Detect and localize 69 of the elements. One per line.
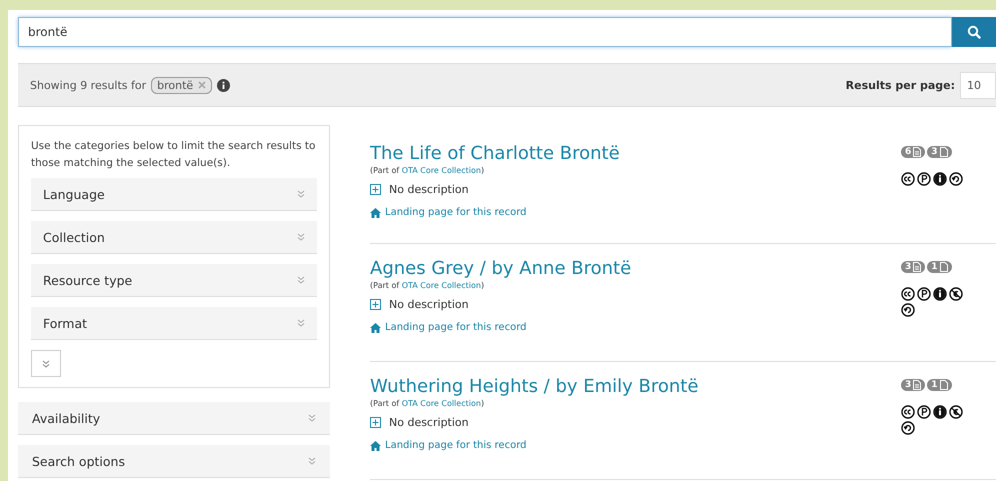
part-of-text: ) (480, 166, 484, 175)
collection-link[interactable]: OTA Core Collection (402, 281, 481, 290)
query-tag[interactable]: brontë (151, 76, 212, 94)
description-text: No description (389, 416, 469, 429)
facet-category[interactable]: Resource type (31, 264, 317, 297)
per-page-select[interactable]: 10 (960, 72, 996, 98)
description-text: No description (389, 183, 469, 196)
public-domain-icon (917, 172, 931, 186)
expand-icon[interactable] (370, 184, 381, 195)
search-icon (967, 25, 981, 39)
file-count-badge: 6 (901, 146, 926, 158)
file-count-badge: 3 (927, 146, 952, 158)
file-count-badge: 3 (901, 261, 926, 273)
file-count-badge: 3 (901, 379, 926, 391)
part-of-text: (Part of (370, 399, 400, 408)
document-icon (913, 147, 922, 157)
result-title-link[interactable]: Agnes Grey / by Anne Brontë (370, 258, 632, 279)
search-field[interactable]: brontë (18, 17, 952, 47)
part-of-text: (Part of (370, 166, 400, 175)
file-count-badge: 1 (927, 261, 952, 273)
file-icon (940, 262, 948, 272)
landing-page-link[interactable]: Landing page for this record (370, 207, 620, 218)
landing-page-link[interactable]: Landing page for this record (370, 440, 698, 451)
file-icon (940, 380, 948, 390)
expand-icon[interactable] (370, 299, 381, 310)
results-count-text: Showing 9 results for (30, 78, 146, 92)
description-text: No description (389, 298, 469, 311)
chevron-down-icon (297, 276, 305, 284)
result-title-link[interactable]: Wuthering Heights / by Emily Brontë (370, 376, 698, 397)
chevron-down-icon (308, 457, 316, 465)
non-commercial-icon (949, 405, 963, 419)
facet-category[interactable]: Format (31, 307, 317, 340)
cc-license-icon (901, 172, 915, 186)
home-icon (370, 440, 381, 450)
chevron-down-icon (297, 319, 305, 327)
collection-link[interactable]: OTA Core Collection (402, 399, 481, 408)
facet-category[interactable]: Collection (31, 221, 317, 254)
part-of-text: (Part of (370, 281, 400, 290)
home-icon (370, 208, 381, 218)
part-of-text: ) (480, 399, 484, 408)
chevron-down-icon (297, 190, 305, 198)
per-page-label: Results per page: (846, 78, 955, 92)
result-title-link[interactable]: The Life of Charlotte Brontë (370, 143, 620, 164)
expand-icon[interactable] (370, 417, 381, 428)
landing-page-link[interactable]: Landing page for this record (370, 322, 632, 333)
facet-category[interactable]: Language (31, 178, 317, 211)
share-alike-icon (901, 421, 915, 435)
part-of-text: ) (480, 281, 484, 290)
file-icon (940, 147, 948, 157)
chevron-down-icon (42, 360, 50, 368)
share-alike-icon (949, 172, 963, 186)
collection-link[interactable]: OTA Core Collection (402, 166, 481, 175)
sidebar-panel[interactable]: Search options (18, 445, 330, 478)
public-domain-icon (917, 405, 931, 419)
cc-license-icon (901, 287, 915, 301)
non-commercial-icon (949, 287, 963, 301)
chevron-down-icon (308, 414, 316, 422)
sidebar-panel[interactable]: Availability (18, 402, 330, 435)
chevron-down-icon (297, 233, 305, 241)
search-button[interactable] (952, 17, 996, 47)
share-alike-icon (901, 303, 915, 317)
home-icon (370, 322, 381, 332)
info-icon[interactable] (217, 78, 230, 92)
file-count-badge: 1 (927, 379, 952, 391)
document-icon (913, 380, 922, 390)
document-icon (913, 262, 922, 272)
public-domain-icon (917, 287, 931, 301)
cc-license-icon (901, 405, 915, 419)
facet-instructions: Use the categories below to limit the search results to those matching the selected value(s). (31, 139, 316, 171)
